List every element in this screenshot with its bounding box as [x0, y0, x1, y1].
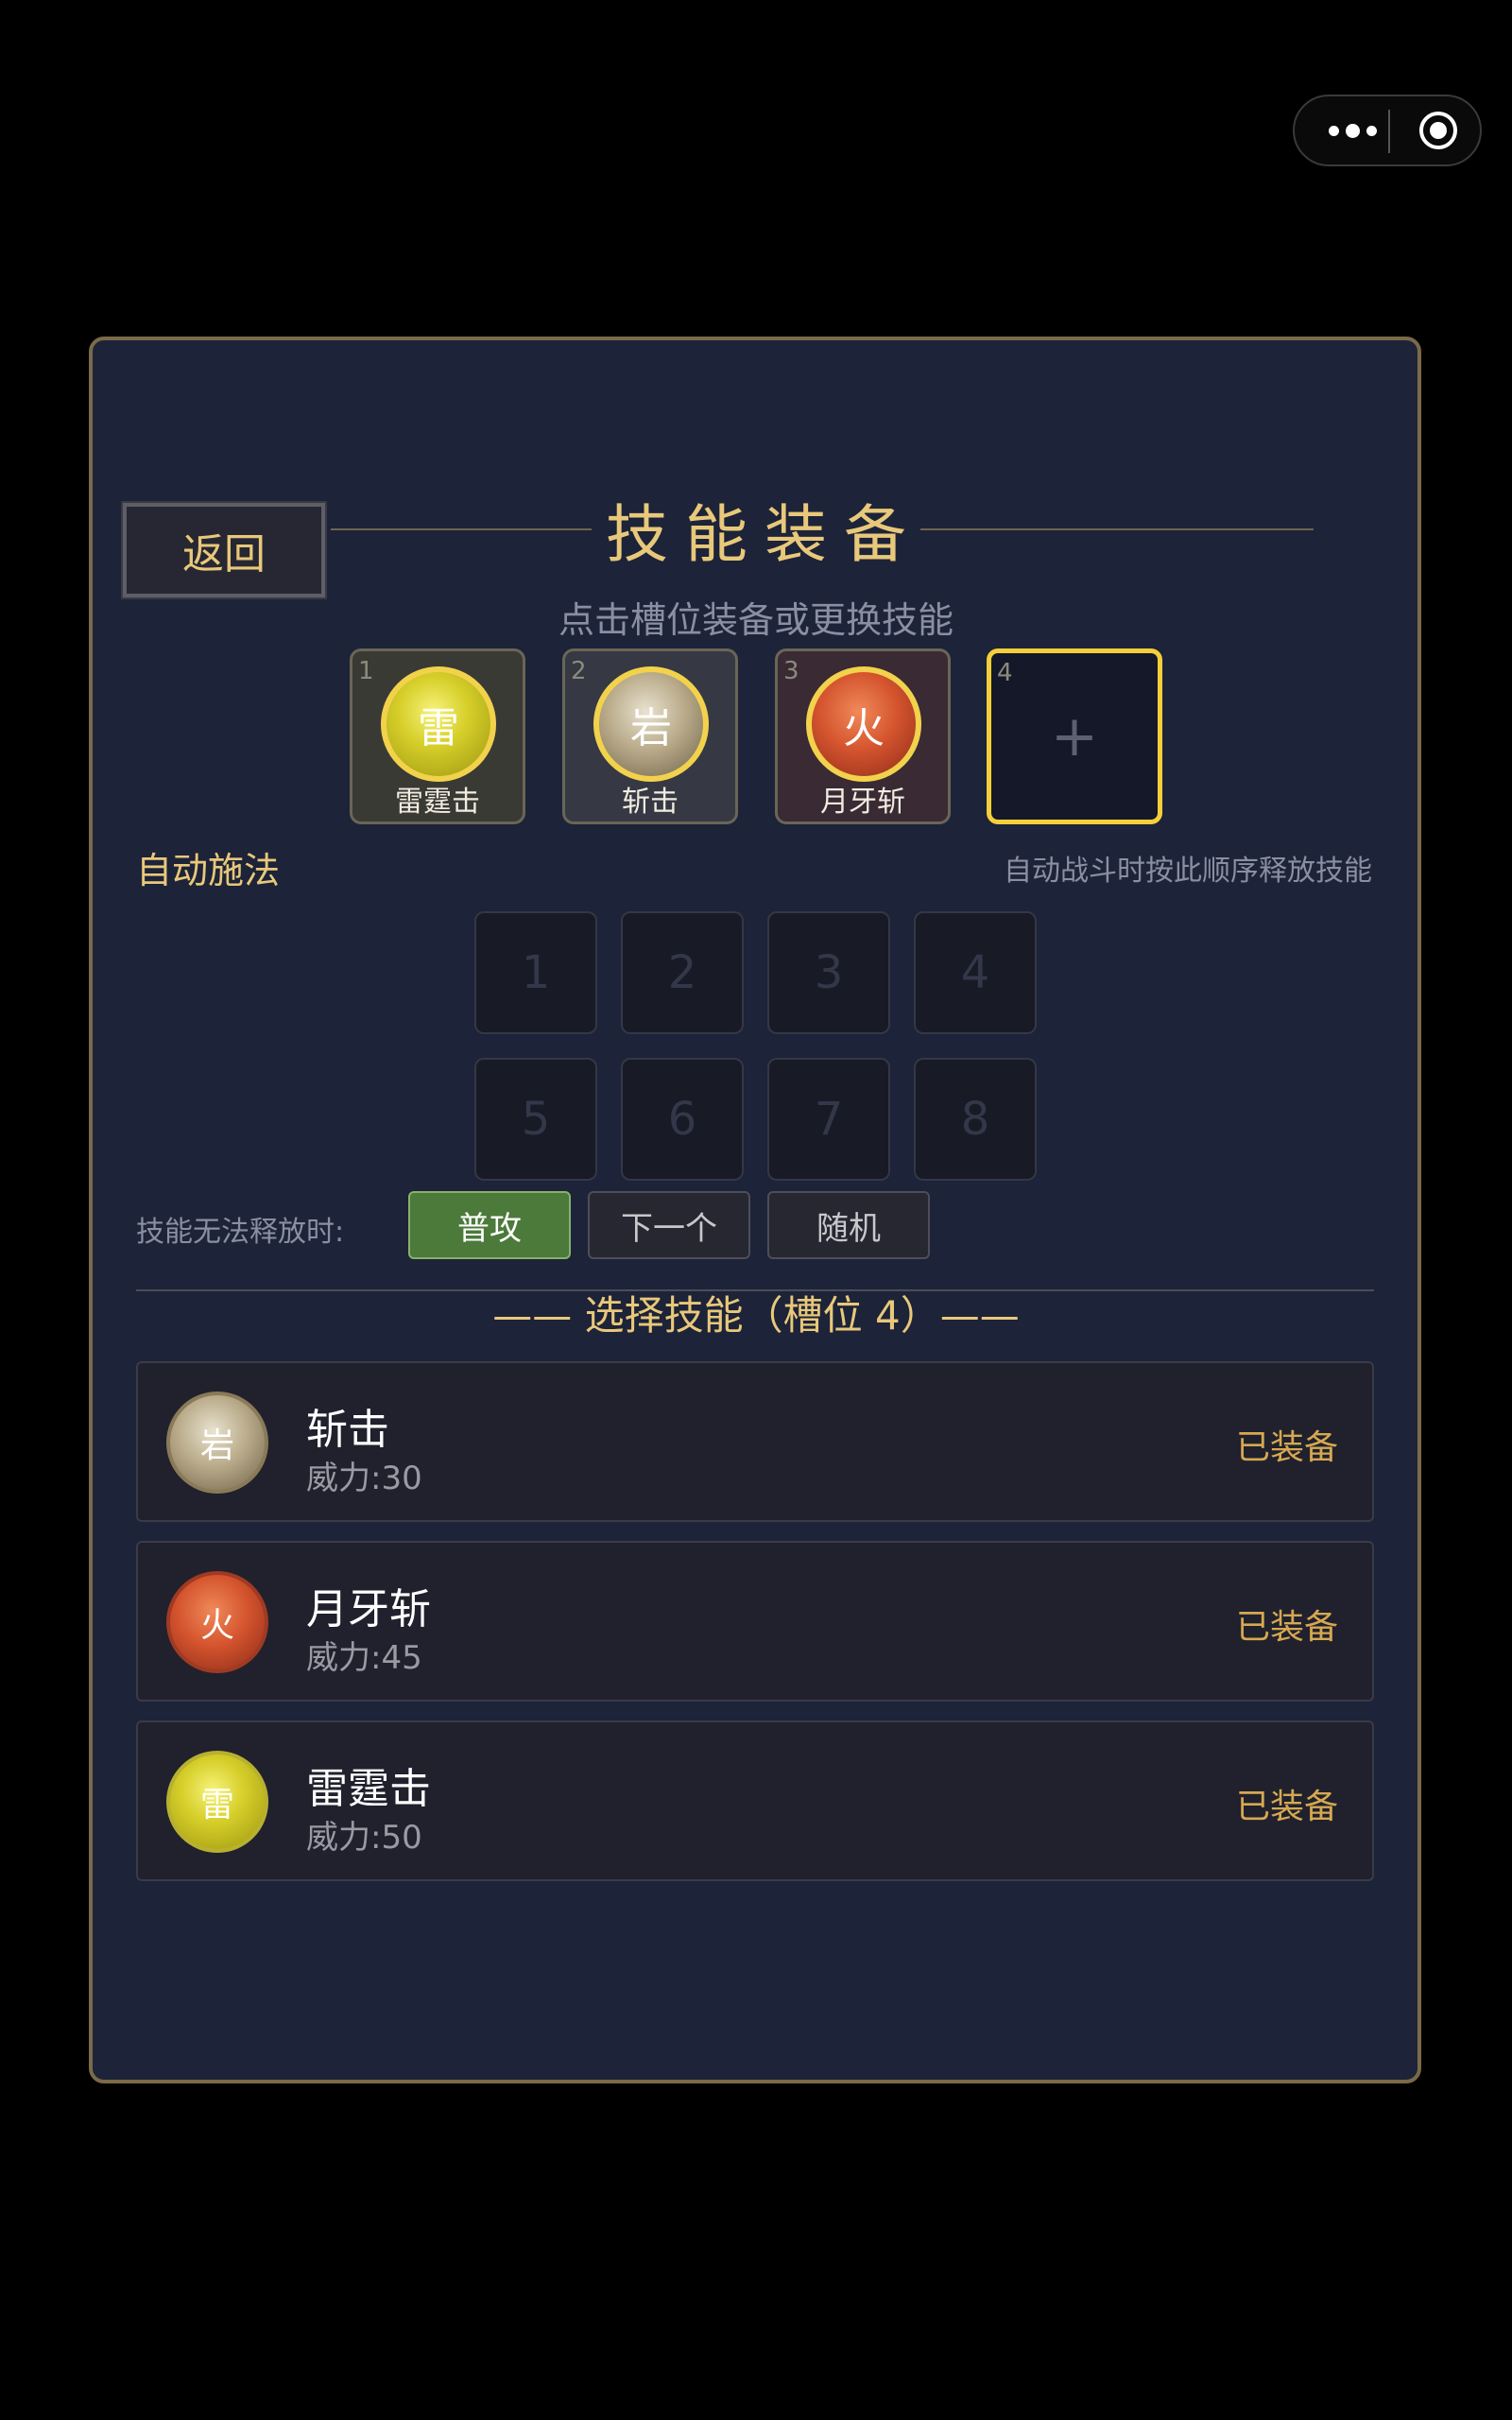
slot-number: 2 — [571, 657, 587, 685]
auto-cast-label: 自动施法 — [136, 850, 281, 891]
equipped-status: 已装备 — [1235, 1608, 1338, 1647]
equipped-status: 已装备 — [1235, 1428, 1338, 1467]
auto-cast-cell-3[interactable]: 3 — [767, 911, 890, 1034]
skill-list-item[interactable]: 雷 雷霆击 威力:50 已装备 — [136, 1720, 1374, 1881]
page-title: 技能装备 — [606, 498, 923, 571]
thunder-skill-icon: 雷 — [381, 666, 496, 782]
skill-list-title: —— 选择技能（槽位 4）—— — [492, 1292, 1020, 1339]
slot-skill-name: 雷霆击 — [395, 786, 480, 819]
title-divider-right — [920, 528, 1314, 530]
fallback-option-random[interactable]: 随机 — [767, 1191, 930, 1259]
equipped-status: 已装备 — [1235, 1788, 1338, 1826]
skill-name: 斩击 — [306, 1406, 389, 1454]
back-button[interactable]: 返回 — [121, 501, 327, 599]
rock-skill-icon: 岩 — [593, 666, 709, 782]
slot-skill-name: 斩击 — [622, 786, 679, 819]
slot-number: 3 — [783, 657, 799, 685]
target-icon[interactable] — [1418, 110, 1459, 151]
auto-cast-cell-5[interactable]: 5 — [474, 1058, 597, 1181]
skill-power: 威力:45 — [306, 1639, 422, 1677]
auto-cast-cell-7[interactable]: 7 — [767, 1058, 890, 1181]
skill-list-item[interactable]: 火 月牙斩 威力:45 已装备 — [136, 1541, 1374, 1702]
more-dots-icon[interactable] — [1319, 96, 1385, 164]
auto-cast-cell-6[interactable]: 6 — [621, 1058, 744, 1181]
skill-slot-4[interactable]: 4 + — [987, 648, 1162, 824]
plus-icon: + — [1050, 703, 1099, 769]
thunder-skill-icon: 雷 — [166, 1751, 268, 1853]
miniprogram-capsule — [1293, 95, 1482, 166]
skill-slot-2[interactable]: 2 岩 斩击 — [562, 648, 738, 824]
page-subtitle: 点击槽位装备或更换技能 — [558, 599, 954, 641]
skill-list-item[interactable]: 岩 斩击 威力:30 已装备 — [136, 1361, 1374, 1522]
fire-skill-icon: 火 — [806, 666, 921, 782]
skill-slot-3[interactable]: 3 火 月牙斩 — [775, 648, 951, 824]
skill-name: 月牙斩 — [306, 1585, 431, 1634]
auto-cast-cell-4[interactable]: 4 — [914, 911, 1037, 1034]
skill-slot-1[interactable]: 1 雷 雷霆击 — [350, 648, 525, 824]
fallback-label: 技能无法释放时: — [136, 1216, 345, 1249]
auto-cast-hint: 自动战斗时按此顺序释放技能 — [1004, 855, 1372, 888]
auto-cast-cell-1[interactable]: 1 — [474, 911, 597, 1034]
skill-power: 威力:30 — [306, 1460, 422, 1497]
skill-power: 威力:50 — [306, 1819, 422, 1857]
capsule-divider — [1388, 110, 1390, 153]
fallback-option-next[interactable]: 下一个 — [588, 1191, 750, 1259]
rock-skill-icon: 岩 — [166, 1392, 268, 1494]
fallback-option-normal-attack[interactable]: 普攻 — [408, 1191, 571, 1259]
slot-number: 1 — [358, 657, 374, 685]
auto-cast-cell-2[interactable]: 2 — [621, 911, 744, 1034]
auto-cast-cell-8[interactable]: 8 — [914, 1058, 1037, 1181]
slot-skill-name: 月牙斩 — [820, 786, 905, 819]
skill-name: 雷霆击 — [306, 1765, 431, 1813]
fire-skill-icon: 火 — [166, 1571, 268, 1673]
title-divider-left — [331, 528, 592, 530]
